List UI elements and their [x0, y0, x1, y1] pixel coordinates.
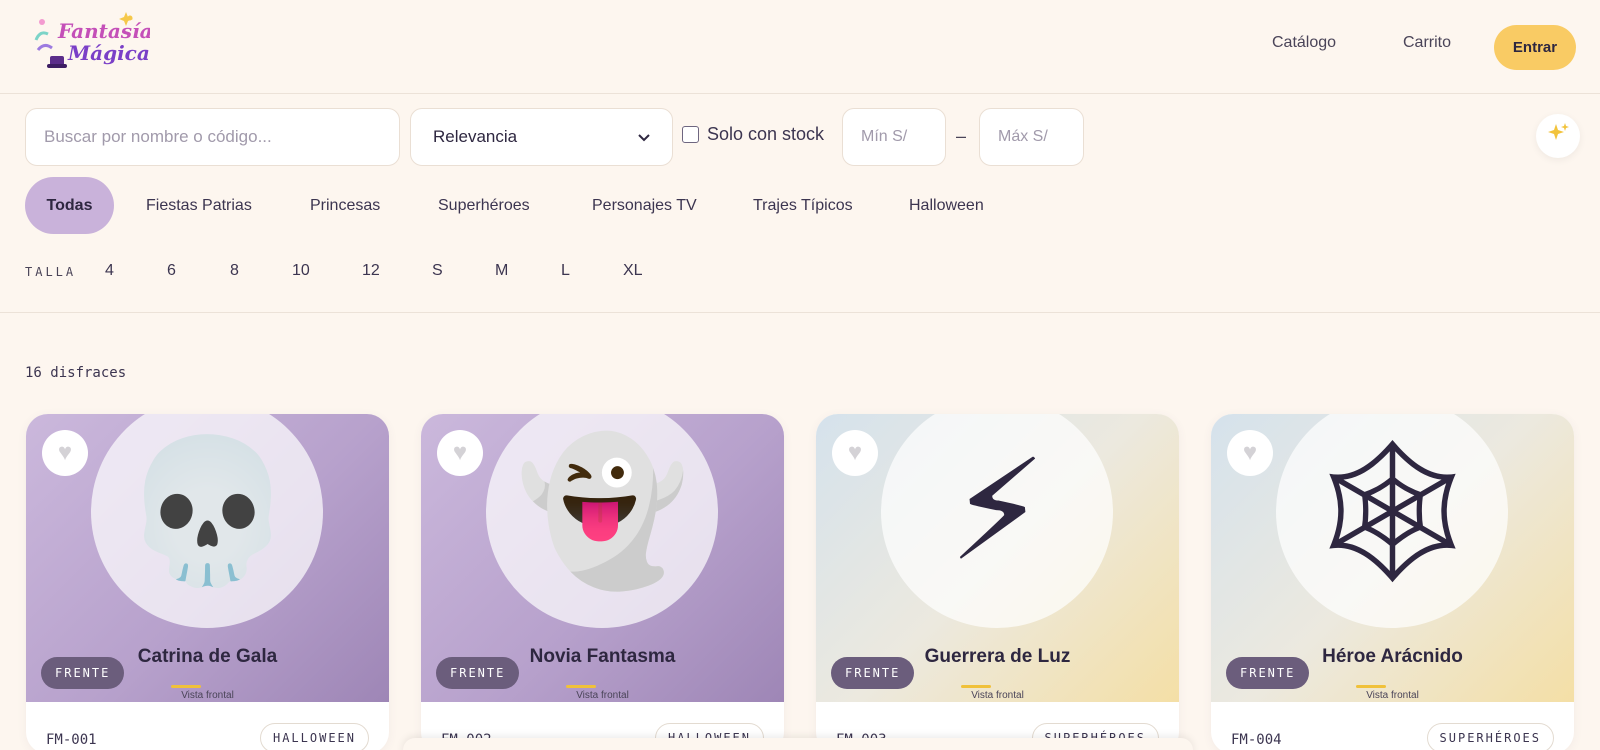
size-option-xl[interactable]: XL: [623, 262, 643, 280]
product-image: ⚡ ♥ Guerrera de Luz FRENTE Vista frontal: [816, 414, 1179, 702]
view-label: Vista frontal: [1366, 690, 1419, 701]
brand-logo[interactable]: Fantasía Mágica: [30, 8, 153, 78]
view-label: Vista frontal: [971, 690, 1024, 701]
favorite-button[interactable]: ♥: [42, 430, 88, 476]
view-label: Vista frontal: [181, 690, 234, 701]
sort-selected-value: Relevancia: [433, 127, 518, 146]
size-filter-label: TALLA: [25, 265, 77, 279]
stock-checkbox[interactable]: [682, 126, 699, 143]
product-category-badge: SUPERHÉROES: [1426, 723, 1554, 750]
view-indicator: [1356, 685, 1386, 688]
svg-text:Fantasía: Fantasía: [57, 19, 150, 43]
product-image: 🕸 ♥ Héroe Arácnido FRENTE Vista frontal: [1211, 414, 1574, 702]
size-option-s[interactable]: S: [432, 262, 443, 280]
results-count: 16 disfraces: [25, 365, 127, 381]
tab-princesas[interactable]: Princesas: [310, 177, 380, 234]
product-card[interactable]: 👻 ♥ Novia Fantasma FRENTE Vista frontal …: [421, 414, 784, 750]
size-option-6[interactable]: 6: [167, 262, 176, 280]
view-badge: FRENTE: [436, 657, 520, 689]
size-option-12[interactable]: 12: [362, 262, 380, 280]
size-option-10[interactable]: 10: [292, 262, 310, 280]
view-badge: FRENTE: [831, 657, 915, 689]
product-card[interactable]: ⚡ ♥ Guerrera de Luz FRENTE Vista frontal…: [816, 414, 1179, 750]
heart-icon: ♥: [452, 439, 468, 466]
stock-label: Solo con stock: [707, 124, 825, 144]
tab-todas[interactable]: Todas: [25, 177, 114, 234]
tab-personajes-tv[interactable]: Personajes TV: [592, 177, 697, 234]
product-code: FM-004: [1231, 732, 1282, 748]
sparkles-icon: [1546, 121, 1570, 151]
size-option-m[interactable]: M: [495, 262, 508, 280]
view-indicator: [961, 685, 991, 688]
view-label: Vista frontal: [576, 690, 629, 701]
section-divider: [0, 312, 1600, 313]
size-option-4[interactable]: 4: [105, 262, 114, 280]
login-button[interactable]: Entrar: [1494, 25, 1576, 70]
sort-select[interactable]: Relevancia: [410, 108, 673, 166]
favorite-button[interactable]: ♥: [832, 430, 878, 476]
price-min-input[interactable]: [842, 108, 946, 166]
favorite-button[interactable]: ♥: [437, 430, 483, 476]
product-image: 💀 ♥ Catrina de Gala FRENTE Vista frontal: [26, 414, 389, 702]
size-option-8[interactable]: 8: [230, 262, 239, 280]
product-category-badge: HALLOWEEN: [259, 723, 369, 750]
heart-icon: ♥: [847, 439, 863, 466]
size-option-l[interactable]: L: [561, 262, 570, 280]
search-input[interactable]: [25, 108, 400, 166]
header: Fantasía Mágica Catálogo Carrito Entrar: [0, 0, 1600, 94]
view-badge: FRENTE: [41, 657, 125, 689]
heart-icon: ♥: [57, 439, 73, 466]
product-code: FM-001: [46, 732, 97, 748]
product-image: 👻 ♥ Novia Fantasma FRENTE Vista frontal: [421, 414, 784, 702]
heart-icon: ♥: [1242, 439, 1258, 466]
tab-trajes-tipicos[interactable]: Trajes Típicos: [753, 177, 853, 234]
nav-cart-link[interactable]: Carrito: [1403, 34, 1451, 52]
price-range-separator: –: [956, 126, 967, 146]
product-card[interactable]: 🕸 ♥ Héroe Arácnido FRENTE Vista frontal …: [1211, 414, 1574, 750]
bottom-overlay-panel: [403, 738, 1193, 750]
tab-superheroes[interactable]: Superhéroes: [438, 177, 530, 234]
tab-halloween[interactable]: Halloween: [909, 177, 984, 234]
view-indicator: [566, 685, 596, 688]
price-max-input[interactable]: [979, 108, 1084, 166]
view-badge: FRENTE: [1226, 657, 1310, 689]
product-card[interactable]: 💀 ♥ Catrina de Gala FRENTE Vista frontal…: [26, 414, 389, 750]
tab-fiestas-patrias[interactable]: Fiestas Patrias: [146, 177, 252, 234]
view-indicator: [171, 685, 201, 688]
svg-text:Mágica: Mágica: [67, 41, 150, 65]
favorite-button[interactable]: ♥: [1227, 430, 1273, 476]
sparkles-button[interactable]: [1536, 114, 1580, 158]
nav-catalog-link[interactable]: Catálogo: [1272, 34, 1336, 52]
chevron-down-icon: [638, 129, 650, 145]
stock-filter[interactable]: Solo con stock: [682, 124, 824, 145]
